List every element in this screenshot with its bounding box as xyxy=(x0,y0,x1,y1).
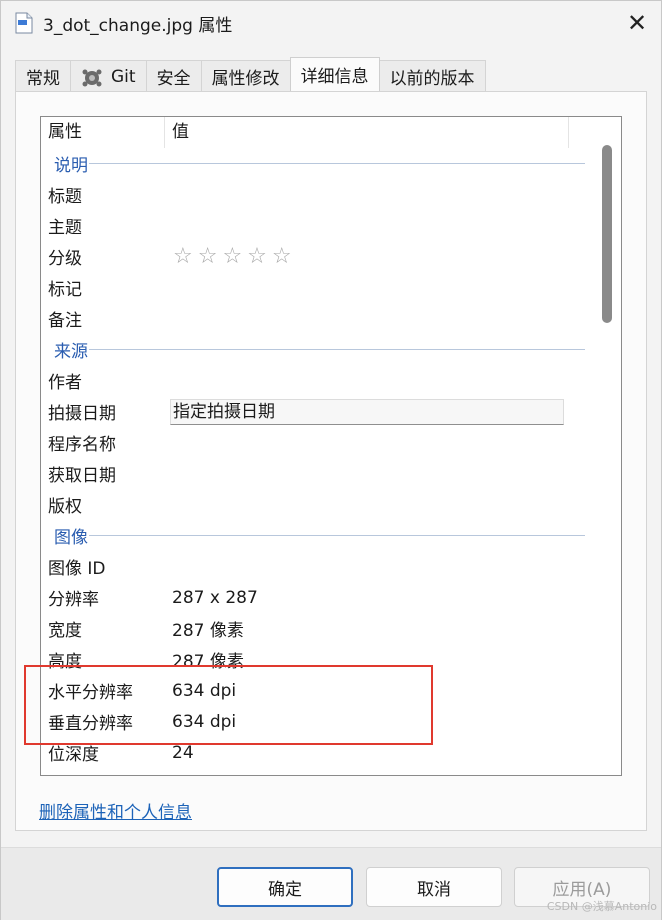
tab-label: Git xyxy=(111,66,136,87)
group-label: 来源 xyxy=(54,342,88,362)
group-label: 说明 xyxy=(54,156,88,176)
column-header-property[interactable]: 属性 xyxy=(41,117,165,148)
property-key: 拍摄日期 xyxy=(48,404,116,424)
tab-previous-versions[interactable]: 以前的版本 xyxy=(378,60,486,92)
property-row[interactable]: 拍摄日期 指定拍摄日期 xyxy=(41,396,587,427)
property-row[interactable]: 标记 xyxy=(41,272,587,303)
property-row[interactable]: 宽度 287 像素 xyxy=(41,613,587,644)
property-row[interactable]: 获取日期 xyxy=(41,458,587,489)
property-value: 634 dpi xyxy=(172,711,237,732)
remove-properties-link[interactable]: 删除属性和个人信息 xyxy=(39,798,192,823)
tab-attribute-changer[interactable]: 属性修改 xyxy=(200,60,291,92)
property-row[interactable]: 图像 ID xyxy=(41,551,587,582)
property-key: 分级 xyxy=(48,249,82,269)
property-row[interactable]: 版权 xyxy=(41,489,587,520)
tab-label: 以前的版本 xyxy=(389,69,475,89)
watermark: CSDN @浅慕Antonio xyxy=(546,900,657,913)
property-value: 287 x 287 xyxy=(172,587,258,608)
date-taken-field[interactable]: 指定拍摄日期 xyxy=(170,398,564,425)
property-rows: 说明 标题 主题 分级 ☆☆☆☆☆ 标记 备注 来源 作者 拍摄日期 指定拍摄日… xyxy=(41,148,587,768)
property-row[interactable]: 高度 287 像素 xyxy=(41,644,587,675)
image-file-icon xyxy=(15,12,33,34)
vertical-scrollbar[interactable] xyxy=(597,117,621,775)
property-key: 水平分辨率 xyxy=(48,683,133,703)
properties-dialog: 3_dot_change.jpg 属性 ✕ 常规 Git 安全 属性修改 详细信… xyxy=(0,0,662,920)
property-row[interactable]: 程序名称 xyxy=(41,427,587,458)
tab-label: 常规 xyxy=(26,69,60,89)
property-list[interactable]: 属性 值 说明 标题 主题 分级 ☆☆☆☆☆ 标记 备注 来源 作者 拍摄日期 … xyxy=(40,116,622,776)
tab-strip: 常规 Git 安全 属性修改 详细信息 以前的版本 xyxy=(15,57,486,92)
rating-stars[interactable]: ☆☆☆☆☆ xyxy=(165,244,297,269)
group-label: 图像 xyxy=(54,528,88,548)
window-title: 3_dot_change.jpg 属性 xyxy=(43,16,233,36)
property-row[interactable]: 备注 xyxy=(41,303,587,334)
property-key: 高度 xyxy=(48,652,82,672)
tab-security[interactable]: 安全 xyxy=(145,60,202,92)
column-header-value[interactable]: 值 xyxy=(165,117,569,148)
group-header-origin: 来源 xyxy=(41,334,587,365)
property-value: 287 像素 xyxy=(172,652,244,672)
tab-details[interactable]: 详细信息 xyxy=(289,57,380,91)
tab-label: 详细信息 xyxy=(300,67,369,87)
property-key: 垂直分辨率 xyxy=(48,714,133,734)
property-key: 标记 xyxy=(48,280,82,300)
tab-label: 属性修改 xyxy=(211,69,280,89)
close-button[interactable]: ✕ xyxy=(613,1,661,45)
property-key: 备注 xyxy=(48,311,82,331)
property-key: 作者 xyxy=(48,373,82,393)
scroll-thumb[interactable] xyxy=(602,145,612,323)
property-key: 标题 xyxy=(48,187,82,207)
group-divider xyxy=(89,163,585,164)
git-tortoise-icon xyxy=(82,69,102,86)
tab-git[interactable]: Git xyxy=(70,60,147,92)
close-icon: ✕ xyxy=(626,9,648,37)
property-value: 634 dpi xyxy=(172,680,237,701)
property-row[interactable]: 位深度 24 xyxy=(41,737,587,768)
property-row[interactable]: 分辨率 287 x 287 xyxy=(41,582,587,613)
property-row[interactable]: 分级 ☆☆☆☆☆ xyxy=(41,241,587,272)
title-bar: 3_dot_change.jpg 属性 ✕ xyxy=(1,1,661,45)
property-row[interactable]: 作者 xyxy=(41,365,587,396)
dialog-footer: 确定 取消 应用(A) CSDN @浅慕Antonio xyxy=(1,847,661,920)
property-key: 宽度 xyxy=(48,621,82,641)
group-header-image: 图像 xyxy=(41,520,587,551)
group-divider xyxy=(89,349,585,350)
tab-label: 安全 xyxy=(156,69,191,89)
details-panel: 属性 值 说明 标题 主题 分级 ☆☆☆☆☆ 标记 备注 来源 作者 拍摄日期 … xyxy=(15,91,647,831)
property-key: 分辨率 xyxy=(48,590,99,610)
property-value: 287 像素 xyxy=(172,621,244,641)
property-key: 主题 xyxy=(48,218,82,238)
property-row[interactable]: 主题 xyxy=(41,210,587,241)
list-header: 属性 值 xyxy=(41,117,587,148)
tab-general[interactable]: 常规 xyxy=(15,60,71,92)
property-key: 位深度 xyxy=(48,745,99,765)
group-header-description: 说明 xyxy=(41,148,587,179)
property-row[interactable]: 水平分辨率 634 dpi xyxy=(41,675,587,706)
property-row[interactable]: 垂直分辨率 634 dpi xyxy=(41,706,587,737)
property-key: 获取日期 xyxy=(48,466,116,486)
ok-button[interactable]: 确定 xyxy=(217,867,353,907)
property-key: 程序名称 xyxy=(48,435,116,455)
group-divider xyxy=(89,535,585,536)
property-key: 版权 xyxy=(48,497,82,517)
property-row[interactable]: 标题 xyxy=(41,179,587,210)
property-value: 24 xyxy=(172,742,194,763)
property-key: 图像 ID xyxy=(48,559,106,579)
cancel-button[interactable]: 取消 xyxy=(366,867,502,907)
